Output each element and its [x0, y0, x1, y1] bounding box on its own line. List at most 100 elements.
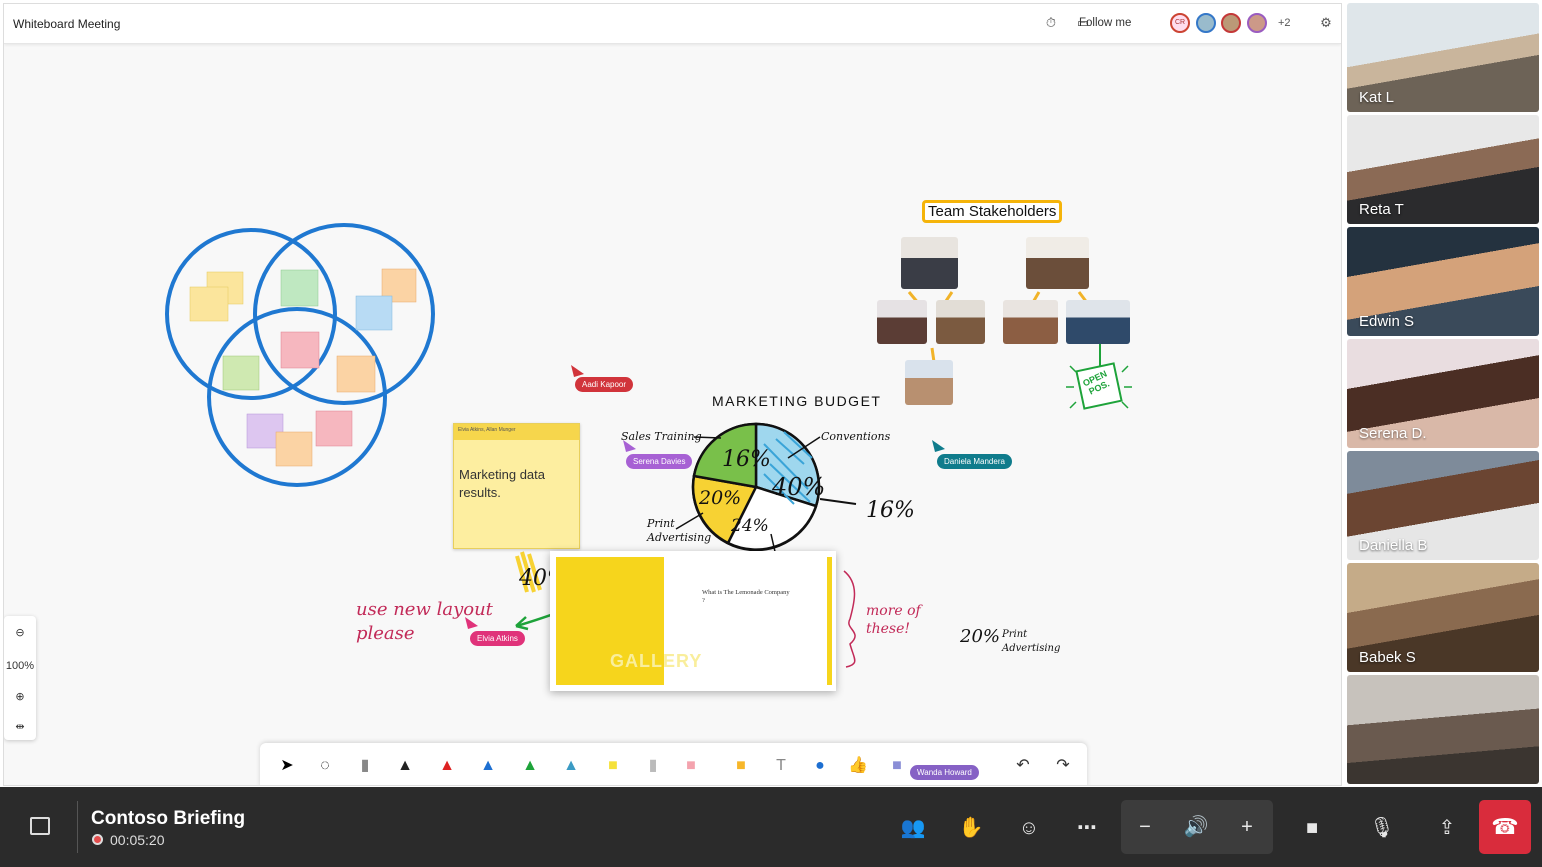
video-tile-room[interactable] — [1347, 675, 1539, 784]
participant-video-strip: Kat L Reta T Edwin S Serena D. Daniella … — [1345, 0, 1542, 787]
cursor-pointer — [571, 365, 584, 377]
participant-name: Kat L — [1359, 89, 1394, 106]
whiteboard-title: Whiteboard Meeting — [13, 17, 120, 31]
black-pen-icon[interactable]: ▲ — [392, 751, 418, 781]
cursor-label: Elvia Atkins — [470, 631, 525, 646]
image-icon[interactable]: ■ — [884, 751, 910, 781]
sticky-note[interactable]: Elvia Atkins, Allan Munger Marketing dat… — [453, 423, 580, 549]
more-options-icon[interactable]: ⋯ — [1070, 811, 1104, 845]
video-tile[interactable]: Serena D. — [1347, 339, 1539, 448]
inking-toolbar: ➤ ◌ ▮ ▲ ▲ ▲ ▲ ▲ ■ ▮ ■ ■ T ● 👍 ■ ↶ ↷ Wand… — [260, 743, 1087, 786]
meeting-title: Contoso Briefing — [91, 808, 245, 830]
stakeholder-photo[interactable] — [1066, 300, 1130, 344]
pie-value-20: 20% — [699, 487, 741, 509]
sticky-note-header: Elvia Atkins, Allan Munger — [454, 424, 579, 440]
ruler-icon[interactable]: ▮ — [352, 751, 378, 781]
video-tile[interactable]: Kat L — [1347, 3, 1539, 112]
participant-avatar[interactable] — [1221, 13, 1241, 33]
green-pen-icon[interactable]: ▲ — [517, 751, 543, 781]
zoom-level: 100% — [4, 660, 36, 672]
lasso-icon[interactable]: ◌ — [312, 751, 338, 781]
participant-name: Serena D. — [1359, 425, 1427, 442]
people-icon[interactable]: 👥 — [896, 811, 930, 845]
zoom-controls: ⊖ 100% ⊕ ⇹ — [4, 616, 36, 740]
microphone-icon[interactable]: 🎙 — [1365, 811, 1399, 845]
stakeholder-photo[interactable] — [901, 237, 958, 289]
reactions-icon[interactable]: ☺ — [1012, 811, 1046, 845]
stakeholder-photo[interactable] — [1003, 300, 1058, 344]
laser-pointer-icon[interactable]: ▮ — [640, 751, 666, 781]
reaction-icon[interactable]: 👍 — [845, 751, 871, 781]
timer-icon[interactable]: ⏱ — [1043, 15, 1059, 31]
participant-avatar[interactable]: CR — [1170, 13, 1190, 33]
divider — [77, 801, 78, 853]
slide-heading: What is The Lemonade Company ? — [702, 589, 792, 605]
undo-icon[interactable]: ↶ — [1010, 751, 1036, 781]
presentation-slide[interactable]: GALLERY What is The Lemonade Company ? — [550, 551, 836, 691]
video-tile[interactable]: Babek S — [1347, 563, 1539, 672]
cursor-label: Serena Davies — [626, 454, 692, 469]
participant-avatar[interactable] — [1247, 13, 1267, 33]
video-tile[interactable]: Reta T — [1347, 115, 1539, 224]
sticky-note-icon[interactable]: ■ — [728, 751, 754, 781]
select-pointer-icon[interactable]: ➤ — [274, 751, 300, 781]
label-conventions: Conventions — [821, 430, 890, 443]
raise-hand-icon[interactable]: ✋ — [954, 811, 988, 845]
eraser-icon[interactable]: ■ — [678, 751, 704, 781]
stakeholder-photo[interactable] — [1026, 237, 1089, 289]
camera-icon[interactable]: ■ — [1295, 811, 1329, 845]
team-stakeholders-label: Team Stakeholders — [922, 200, 1062, 223]
meeting-control-bar: Contoso Briefing 00:05:20 👥 ✋ ☺ ⋯ − 🔊 + … — [0, 787, 1542, 867]
value-20-note: 20% — [960, 626, 1000, 647]
participant-name: Reta T — [1359, 201, 1404, 218]
video-tile[interactable]: Daniella B — [1347, 451, 1539, 560]
zoom-in-icon[interactable]: ⊕ — [4, 690, 36, 703]
highlighter-icon[interactable]: ■ — [600, 751, 626, 781]
side-value-16: 16% — [866, 498, 915, 523]
cursor-label: Wanda Howard — [910, 765, 979, 780]
redo-icon[interactable]: ↷ — [1050, 751, 1076, 781]
handwriting-more-of-these: more of these! — [866, 602, 936, 638]
red-pen-icon[interactable]: ▲ — [434, 751, 460, 781]
participant-name: Edwin S — [1359, 313, 1414, 330]
participant-name: Daniella B — [1359, 537, 1427, 554]
volume-down-icon[interactable]: − — [1128, 810, 1162, 844]
share-screen-icon[interactable]: ⇪ — [1430, 811, 1464, 845]
participant-avatar[interactable] — [1196, 13, 1216, 33]
sticky-note-text: Marketing data results. — [454, 440, 579, 502]
participant-name: Babek S — [1359, 649, 1416, 666]
teal-pen-icon[interactable]: ▲ — [558, 751, 584, 781]
meeting-info-icon[interactable] — [30, 817, 50, 835]
fit-to-screen-icon[interactable]: ⇹ — [4, 720, 36, 733]
cursor-label: Daniela Mandera — [937, 454, 1012, 469]
volume-controls: − 🔊 + — [1121, 800, 1273, 854]
cursor-label: Aadi Kapoor — [575, 377, 633, 392]
more-participants-count[interactable]: +2 — [1278, 17, 1291, 29]
pie-value-24: 24% — [731, 516, 769, 536]
bracket-mark — [844, 571, 855, 667]
blue-pen-icon[interactable]: ▲ — [475, 751, 501, 781]
whiteboard[interactable]: Whiteboard Meeting ⏱ ▭ Follow me CR +2 ⚙ — [3, 3, 1342, 786]
video-tile[interactable]: Edwin S — [1347, 227, 1539, 336]
settings-gear-icon[interactable]: ⚙ — [1318, 15, 1334, 31]
shapes-icon[interactable]: ● — [807, 751, 833, 781]
follow-me-button[interactable]: Follow me — [1079, 17, 1131, 29]
slide-gallery-text: GALLERY — [610, 651, 702, 672]
chart-title: MARKETING BUDGET — [712, 393, 881, 409]
stakeholder-photo[interactable] — [905, 360, 953, 405]
stakeholder-photo[interactable] — [936, 300, 985, 344]
pie-value-40: 40% — [772, 473, 825, 501]
label-print-advertising: Print Advertising — [647, 517, 711, 545]
volume-up-icon[interactable]: + — [1230, 810, 1264, 844]
pie-value-16: 16% — [722, 447, 771, 472]
text-icon[interactable]: T — [768, 751, 794, 781]
stakeholder-photo[interactable] — [877, 300, 927, 344]
slide-accent-bar — [827, 557, 832, 685]
teams-meeting-window: Whiteboard Meeting ⏱ ▭ Follow me CR +2 ⚙ — [0, 0, 1542, 867]
hang-up-button[interactable]: ☎ — [1479, 800, 1531, 854]
zoom-out-icon[interactable]: ⊖ — [4, 626, 36, 639]
meeting-elapsed-time: 00:05:20 — [110, 832, 165, 848]
speaker-icon[interactable]: 🔊 — [1179, 810, 1213, 844]
recording-indicator-icon — [92, 834, 103, 845]
whiteboard-header: Whiteboard Meeting ⏱ ▭ Follow me CR +2 ⚙ — [4, 4, 1341, 44]
